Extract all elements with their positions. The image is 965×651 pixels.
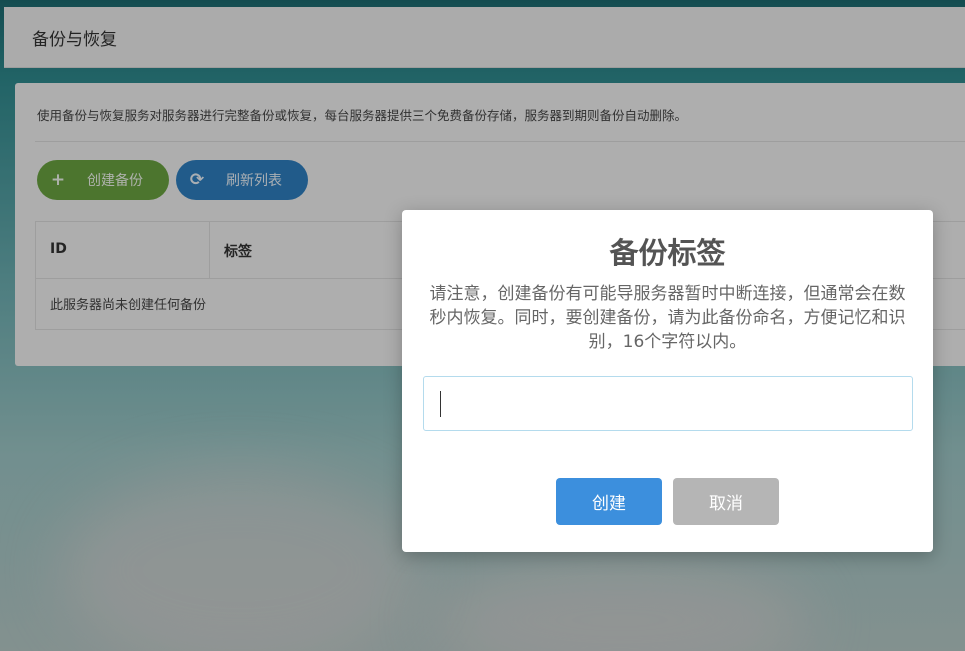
confirm-create-button[interactable]: 创建 [556, 478, 662, 525]
app-root: 备份与恢复 使用备份与恢复服务对服务器进行完整备份或恢复，每台服务器提供三个免费… [0, 0, 965, 651]
cancel-button[interactable]: 取消 [673, 478, 779, 525]
backup-label-dialog: 备份标签 请注意，创建备份有可能导服务器暂时中断连接，但通常会在数秒内恢复。同时… [402, 210, 933, 552]
dialog-message: 请注意，创建备份有可能导服务器暂时中断连接，但通常会在数秒内恢复。同时，要创建备… [429, 284, 906, 352]
backup-label-input[interactable] [423, 376, 913, 431]
dialog-title: 备份标签 [609, 236, 726, 270]
text-cursor [440, 391, 441, 417]
